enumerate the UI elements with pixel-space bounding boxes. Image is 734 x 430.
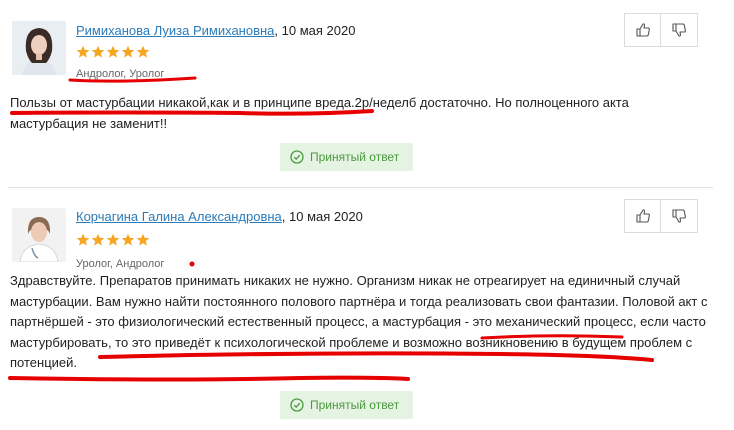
doctor-name-link[interactable]: Корчагина Галина Александровна xyxy=(76,209,282,224)
star-icon xyxy=(76,233,90,246)
rating-stars xyxy=(76,233,150,247)
like-button[interactable] xyxy=(624,199,661,233)
vote-buttons xyxy=(624,199,698,233)
doctor-specialty: Уролог, Андролог xyxy=(76,258,165,270)
dislike-button[interactable] xyxy=(661,199,698,233)
answer-date: , 10 мая 2020 xyxy=(281,209,363,224)
accepted-answer-badge[interactable]: Принятый ответ xyxy=(280,391,413,419)
star-icon xyxy=(136,233,150,246)
avatar xyxy=(12,208,66,262)
star-icon xyxy=(106,233,120,246)
star-icon xyxy=(121,233,135,246)
accepted-answer-label: Принятый ответ xyxy=(310,398,400,412)
thumb-up-icon xyxy=(635,209,650,223)
check-circle-icon xyxy=(290,398,304,412)
star-icon xyxy=(91,233,105,246)
answer-card: Корчагина Галина Александровна, 10 мая 2… xyxy=(0,0,734,430)
thumb-down-icon xyxy=(672,209,686,223)
answer-text: Здравствуйте. Препаратов принимать никак… xyxy=(10,273,708,370)
author-line: Корчагина Галина Александровна, 10 мая 2… xyxy=(76,209,363,224)
